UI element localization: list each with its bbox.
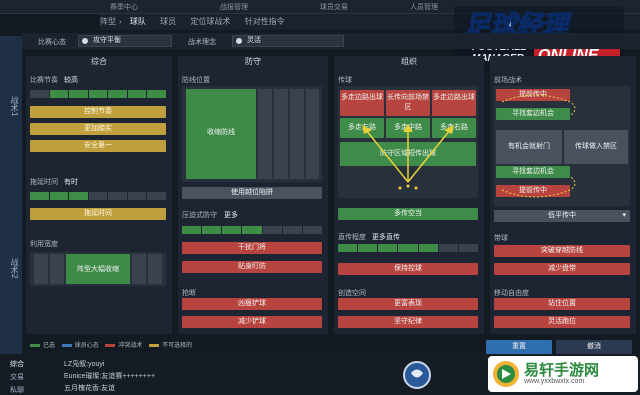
mentality-select[interactable]: 攻守平衡 bbox=[78, 35, 172, 47]
more-space-button[interactable]: 多传空当 bbox=[338, 208, 478, 220]
legend-item: 已选 bbox=[30, 343, 55, 349]
legend: 已选 球员心态 冲突战术 不可选择的 bbox=[30, 340, 192, 349]
watermark-logo-icon bbox=[493, 361, 519, 387]
dribble-label: 带球 bbox=[494, 235, 508, 242]
width-cell[interactable] bbox=[34, 254, 48, 284]
tactic-slot-1[interactable]: 战术1 bbox=[2, 96, 20, 116]
chevron-right-icon: › bbox=[119, 17, 122, 26]
line-cell[interactable] bbox=[258, 89, 272, 179]
timewaste-slider[interactable] bbox=[30, 192, 167, 200]
retain-possession-button[interactable]: 保持控球 bbox=[338, 263, 478, 275]
tab-opposition[interactable]: 针对性指令 bbox=[245, 14, 285, 30]
menu-item[interactable]: 赛季中心 bbox=[110, 2, 138, 12]
width-cell[interactable] bbox=[148, 254, 162, 284]
menu-item[interactable]: 战报管理 bbox=[220, 2, 248, 12]
line-cell[interactable] bbox=[274, 89, 288, 179]
timewaste-label: 拖延时间 bbox=[30, 179, 58, 186]
cross-type-select[interactable]: 低平传中 ▾ bbox=[494, 210, 630, 222]
cross-type-value: 低平传中 bbox=[548, 212, 576, 219]
control-tempo-button[interactable]: 控制节奏 bbox=[30, 106, 166, 118]
tempo-label: 比赛节奏 bbox=[30, 77, 58, 84]
chat-line: 五月槐花香:友谊 bbox=[64, 385, 115, 392]
panel-title: 组织 bbox=[401, 57, 417, 66]
tab-players[interactable]: 球员 bbox=[160, 14, 176, 30]
watermark-url: www.yxxbwxtx.com bbox=[524, 378, 585, 385]
legend-item: 球员心态 bbox=[61, 343, 99, 349]
safety-first-button[interactable]: 安全第一 bbox=[30, 140, 166, 152]
tactic-slot-rail: 战术1 战术2 bbox=[0, 36, 22, 354]
tab-set-pieces[interactable]: 定位球战术 bbox=[190, 14, 230, 30]
watermark: 易轩手游网 www.yxxbwxtx.com bbox=[488, 356, 638, 392]
press-slider[interactable] bbox=[182, 226, 322, 234]
chevron-down-icon: ▾ bbox=[622, 212, 626, 219]
radio-icon bbox=[236, 38, 242, 44]
offside-trap-button[interactable]: 使用越位陷阱 bbox=[182, 187, 322, 199]
width-cell[interactable] bbox=[50, 254, 64, 284]
general-panel: 综合 比赛节奏 较高 控制节奏 更加踏实 安全第一 拖延时间 有时 拖延时间 利… bbox=[26, 56, 172, 334]
philosophy-label: 战术理念 bbox=[188, 39, 216, 46]
less-tackle-button[interactable]: 减少铲球 bbox=[182, 316, 322, 328]
directness-value: 更多直传 bbox=[372, 234, 400, 241]
chat-tab-private[interactable]: 私聊 bbox=[10, 385, 24, 395]
timewaste-value: 有时 bbox=[64, 179, 78, 186]
hard-tackle-button[interactable]: 凶狠铲球 bbox=[182, 298, 322, 310]
watermark-title: 易轩手游网 bbox=[524, 362, 600, 379]
width-cell[interactable] bbox=[132, 254, 146, 284]
tight-marking-button[interactable]: 贴身盯防 bbox=[182, 261, 322, 273]
menu-item[interactable]: 球员交易 bbox=[320, 2, 348, 12]
attack-panel: 前场战术 提前传中 寻找套边机会 有机会就射门 传球做入禁区 寻找套边机会 提前… bbox=[490, 56, 636, 334]
mentality-label: 比赛心态 bbox=[38, 39, 66, 46]
legend-item: 不可选择的 bbox=[149, 343, 192, 349]
menu-item[interactable]: 人员管理 bbox=[410, 2, 438, 12]
legend-item: 冲突战术 bbox=[105, 343, 142, 349]
build-panel: 组织 传球 多走边路出球 长传向前场禁区 多走边路出球 多走左路 多走中路 多走… bbox=[334, 56, 484, 334]
run-at-defence-button[interactable]: 突破穿越防线 bbox=[494, 245, 630, 257]
mentality-value: 攻守平衡 bbox=[93, 37, 121, 44]
undo-button[interactable]: 撤消 bbox=[556, 340, 632, 354]
pass-arrows-icon bbox=[362, 124, 454, 190]
press-label: 压迫式防守 bbox=[182, 212, 217, 219]
tackle-label: 抢断 bbox=[182, 290, 196, 297]
panel-title: 综合 bbox=[91, 57, 107, 66]
philosophy-select[interactable]: 灵活 bbox=[232, 35, 344, 47]
tab-team[interactable]: 球队 bbox=[130, 14, 146, 30]
roam-label: 移动自由度 bbox=[494, 290, 529, 297]
passing-label: 传球 bbox=[338, 77, 352, 84]
press-value: 更多 bbox=[224, 212, 238, 219]
drop-deeper-label: 收缩防线 bbox=[207, 129, 235, 136]
line-cell[interactable] bbox=[290, 89, 304, 179]
line-cell[interactable] bbox=[306, 89, 319, 179]
chat-tab-general[interactable]: 综合 bbox=[10, 359, 24, 369]
panel-title: 防守 bbox=[245, 57, 261, 66]
dribble-less-button[interactable]: 减少盘带 bbox=[494, 263, 630, 275]
hold-position-button[interactable]: 站住位置 bbox=[494, 298, 630, 310]
roam-button[interactable]: 灵活跑位 bbox=[494, 316, 630, 328]
creative-label: 创造空间 bbox=[338, 290, 366, 297]
directness-slider[interactable] bbox=[338, 244, 478, 252]
sponsor-badge-icon bbox=[403, 361, 431, 389]
steady-button[interactable]: 更加踏实 bbox=[30, 123, 166, 135]
tempo-slider[interactable] bbox=[30, 90, 167, 98]
reset-button[interactable]: 重置 bbox=[486, 340, 552, 354]
directness-label: 直传程度 bbox=[338, 234, 366, 241]
defense-panel: 防守 防线位置 收缩防线 使用越位陷阱 压迫式防守 更多 干扰门将 贴身盯防 抢… bbox=[178, 56, 328, 334]
harass-keeper-button[interactable]: 干扰门将 bbox=[182, 242, 322, 254]
tempo-value: 较高 bbox=[64, 77, 78, 84]
mentality-row: 比赛心态 攻守平衡 战术理念 灵活 bbox=[22, 33, 640, 49]
chat-line: Eunice璀璨:友谊赛++++++++ bbox=[64, 373, 156, 380]
tab-formation[interactable]: 阵型 bbox=[100, 14, 116, 30]
narrow-formation-label: 阵型大幅收缩 bbox=[77, 266, 119, 273]
tactic-slot-2[interactable]: 战术2 bbox=[2, 258, 20, 278]
chat-line: LZ凫叙:youyi bbox=[64, 361, 105, 368]
radio-icon bbox=[82, 38, 88, 44]
discipline-button[interactable]: 坚守纪律 bbox=[338, 316, 478, 328]
time-wasting-button[interactable]: 拖延时间 bbox=[30, 208, 166, 220]
expressive-button[interactable]: 更富表现 bbox=[338, 298, 478, 310]
chat-tab-trade[interactable]: 交易 bbox=[10, 372, 24, 382]
defensive-line-label: 防线位置 bbox=[182, 77, 210, 84]
philosophy-value: 灵活 bbox=[247, 37, 261, 44]
attack-title: 前场战术 bbox=[494, 77, 522, 84]
overlap-arrows-icon bbox=[501, 94, 576, 198]
width-label: 利用宽度 bbox=[30, 241, 58, 248]
